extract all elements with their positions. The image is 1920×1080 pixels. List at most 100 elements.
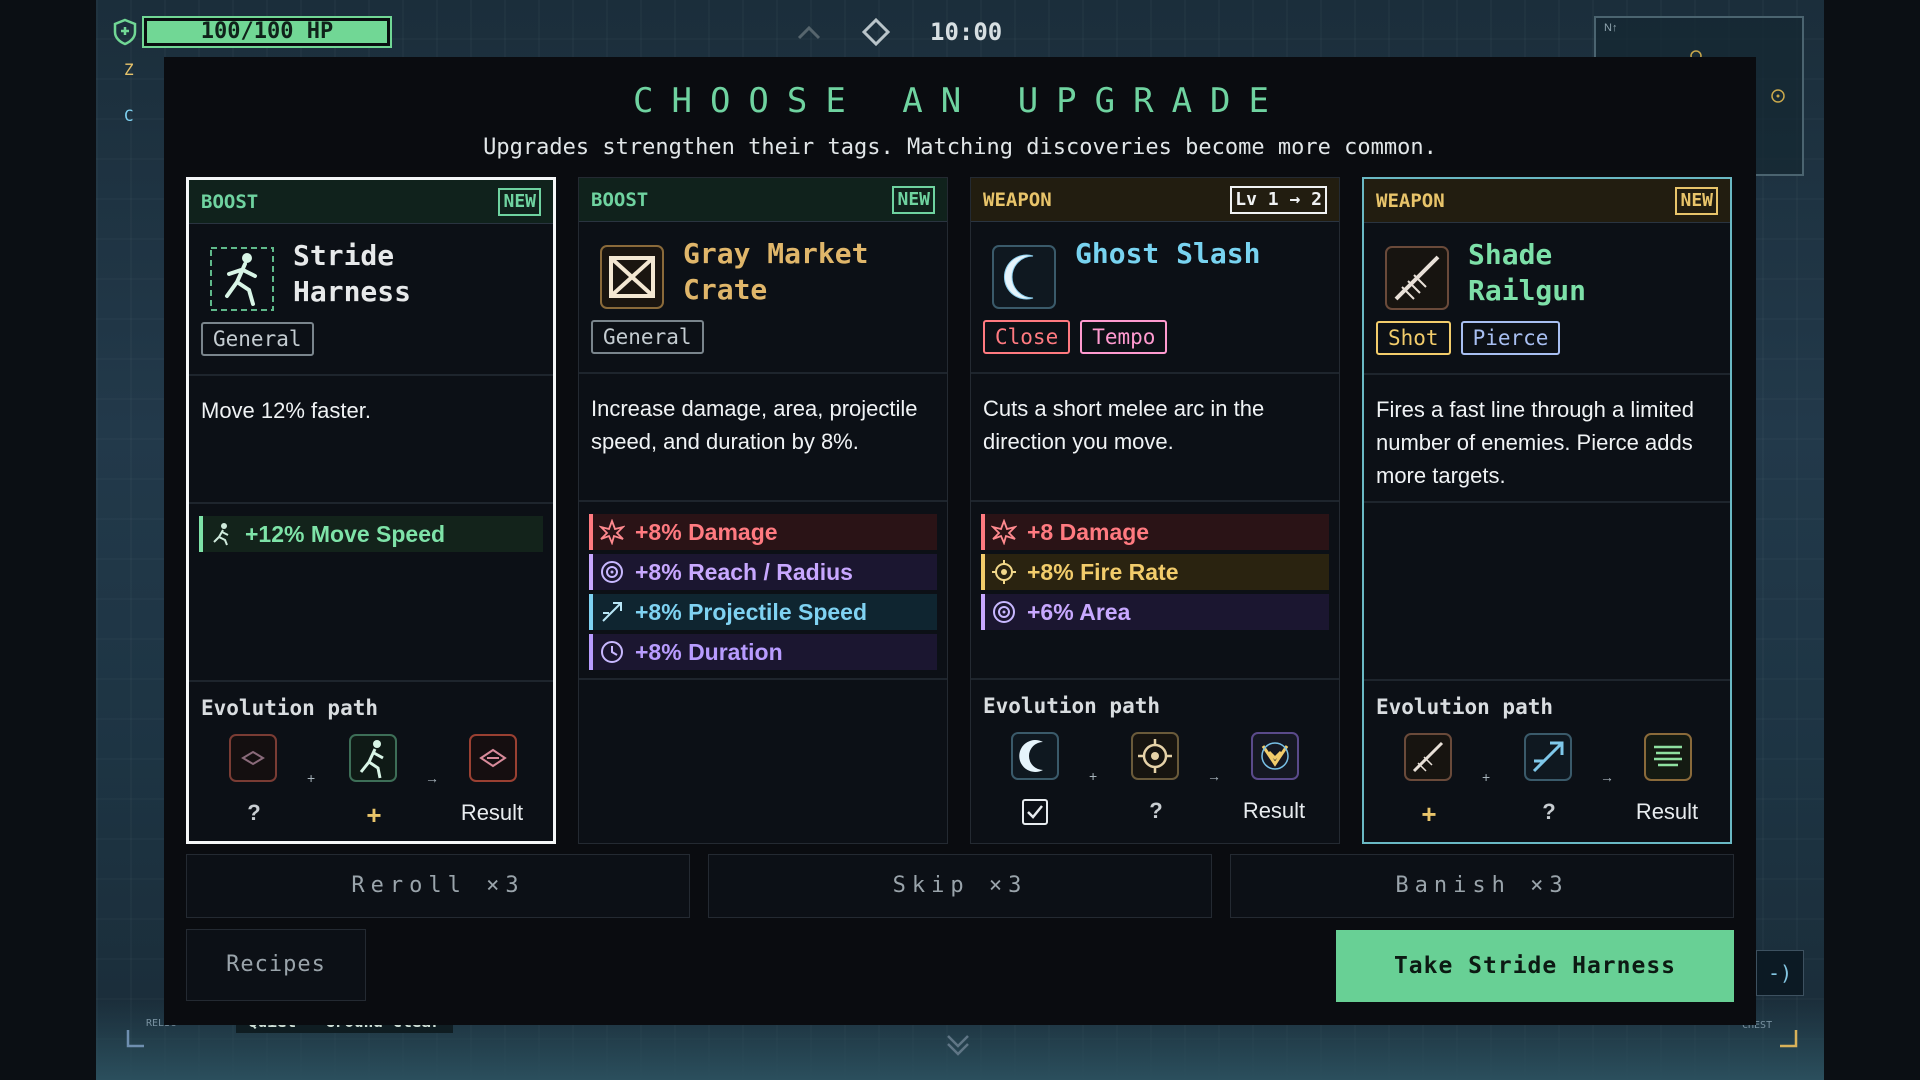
checkbox-checked-icon[interactable] [1021,798,1049,826]
upgrade-card-gray-market-crate[interactable]: BOOST NEW Gray Market Crate General Incre… [578,177,948,844]
projectile-icon [1524,733,1572,781]
crate-icon [600,245,664,309]
card-name: Ghost Slash [1075,237,1261,270]
card-type: WEAPON [983,188,1052,211]
evolved-weapon-icon [1251,732,1299,780]
banish-button[interactable]: Banish ×3 [1230,854,1734,918]
radius-icon [601,561,623,583]
card-description: Cuts a short melee arc in the direction … [971,374,1339,502]
evolved-relic-icon [469,734,517,782]
evo-slot-current[interactable] [347,732,399,784]
evo-label-current: + [1421,799,1437,829]
stat-row: +8% Damage [589,514,937,550]
card-type: WEAPON [1376,189,1445,212]
hp-bar: 100/100 HP [142,16,392,48]
running-figure-icon [349,734,397,782]
health-hud: 100/100 HP [112,16,392,48]
evolution-path: Evolution path + → ? + Result [189,682,553,842]
running-figure-icon [210,247,274,311]
evo-slot-current[interactable] [1009,730,1061,782]
evolution-path: Evolution path + → ? Result [971,680,1339,840]
evo-label-unknown: ? [1542,799,1556,824]
crescent-slash-icon [1011,732,1059,780]
new-badge: NEW [498,187,541,216]
evo-label-result: Result [460,800,524,825]
evo-slot-unknown[interactable] [1129,730,1181,782]
card-description: Move 12% faster. [189,376,553,504]
top-center-hud: 10:00 [796,18,1002,46]
evolution-title: Evolution path [1376,695,1554,719]
clock-icon [601,641,623,663]
tag-pierce: Pierce [1460,321,1561,355]
card-type: BOOST [591,188,649,211]
stat-row: +8% Projectile Speed [589,594,937,630]
evolution-title: Evolution path [983,694,1161,718]
new-badge: NEW [892,185,935,214]
card-description: Increase damage, area, projectile speed,… [579,374,947,502]
upgrade-card-shade-railgun[interactable]: WEAPON NEW Shade Railgun Shot Pierce Fire… [1362,177,1732,844]
evo-slot-current[interactable] [1402,731,1454,783]
fire-rate-icon [992,560,1016,584]
card-name: Shade Railgun [1468,238,1587,307]
tag-general: General [591,320,704,354]
card-stats: +8 Damage +8% Fire Rate +6% Area [971,502,1339,680]
stat-row: +8 Damage [981,514,1329,550]
chevron-down-icon [947,1035,969,1056]
speed-icon [213,523,229,546]
evo-label-result: Result [1635,799,1699,824]
damage-icon [991,519,1017,545]
tag-close: Close [983,320,1071,354]
evo-label-current: + [366,800,382,830]
hint-key[interactable]: -) [1756,950,1804,996]
evo-slot-unknown[interactable] [1522,731,1574,783]
railgun-icon [1404,733,1452,781]
projectile-icon [602,602,622,622]
card-name: Gray Market Crate [683,237,869,306]
evo-slot-unknown[interactable] [227,732,279,784]
evolution-path: Evolution path + → + ? Result [1364,681,1730,841]
tag-tempo: Tempo [1080,320,1168,354]
xp-counter-glyph: C [124,106,134,125]
run-timer: 10:00 [930,18,1003,46]
fire-rate-icon [1131,732,1179,780]
stat-row: +8% Duration [589,634,937,670]
evo-label-unknown: ? [1149,798,1163,823]
card-stats [1364,503,1730,681]
stat-row: +12% Move Speed [199,516,543,552]
card-description: Fires a fast line through a limited numb… [1364,375,1730,503]
modal-title: CHOOSE AN UPGRADE [633,81,1287,121]
evo-label-result: Result [1242,798,1306,823]
shield-icon [113,18,137,46]
chevron-up-icon [797,25,821,40]
card-stats: +12% Move Speed [189,504,553,682]
modal-subtitle: Upgrades strengthen their tags. Matching… [483,135,1437,160]
crescent-slash-icon [992,245,1056,309]
evo-slot-result[interactable] [1249,730,1301,782]
evolution-title: Evolution path [201,696,379,720]
evolved-weapon-icon [1644,733,1692,781]
skip-button[interactable]: Skip ×3 [708,854,1212,918]
radius-icon [993,601,1015,623]
tag-shot: Shot [1376,321,1451,355]
level-badge: Lv 1 → 2 [1230,185,1327,214]
corner-arrow-right-icon [1780,1030,1798,1048]
upgrade-card-stride-harness[interactable]: BOOST NEW Stride Harness General Move 12%… [186,177,556,844]
new-badge: NEW [1675,186,1718,215]
reroll-button[interactable]: Reroll ×3 [186,854,690,918]
mystery-relic-icon [229,734,277,782]
evo-slot-result[interactable] [467,732,519,784]
card-type: BOOST [201,190,259,213]
stat-row: +8% Fire Rate [981,554,1329,590]
recipes-button[interactable]: Recipes [186,929,366,1001]
card-stats: +8% Damage +8% Reach / Radius +8% Projec… [579,502,947,680]
take-upgrade-button[interactable]: Take Stride Harness [1336,930,1734,1002]
card-name: Stride Harness [293,239,412,308]
tag-general: General [201,322,314,356]
corner-arrow-left-icon [126,1030,144,1048]
evo-slot-result[interactable] [1642,731,1694,783]
upgrade-card-ghost-slash[interactable]: WEAPON Lv 1 → 2 Ghost Slash Close Tempo … [970,177,1340,844]
stat-row: +6% Area [981,594,1329,630]
damage-icon [599,519,625,545]
gold-counter-glyph: Z [124,60,134,79]
upgrade-modal: CHOOSE AN UPGRADE Upgrades strengthen th… [164,57,1756,1025]
